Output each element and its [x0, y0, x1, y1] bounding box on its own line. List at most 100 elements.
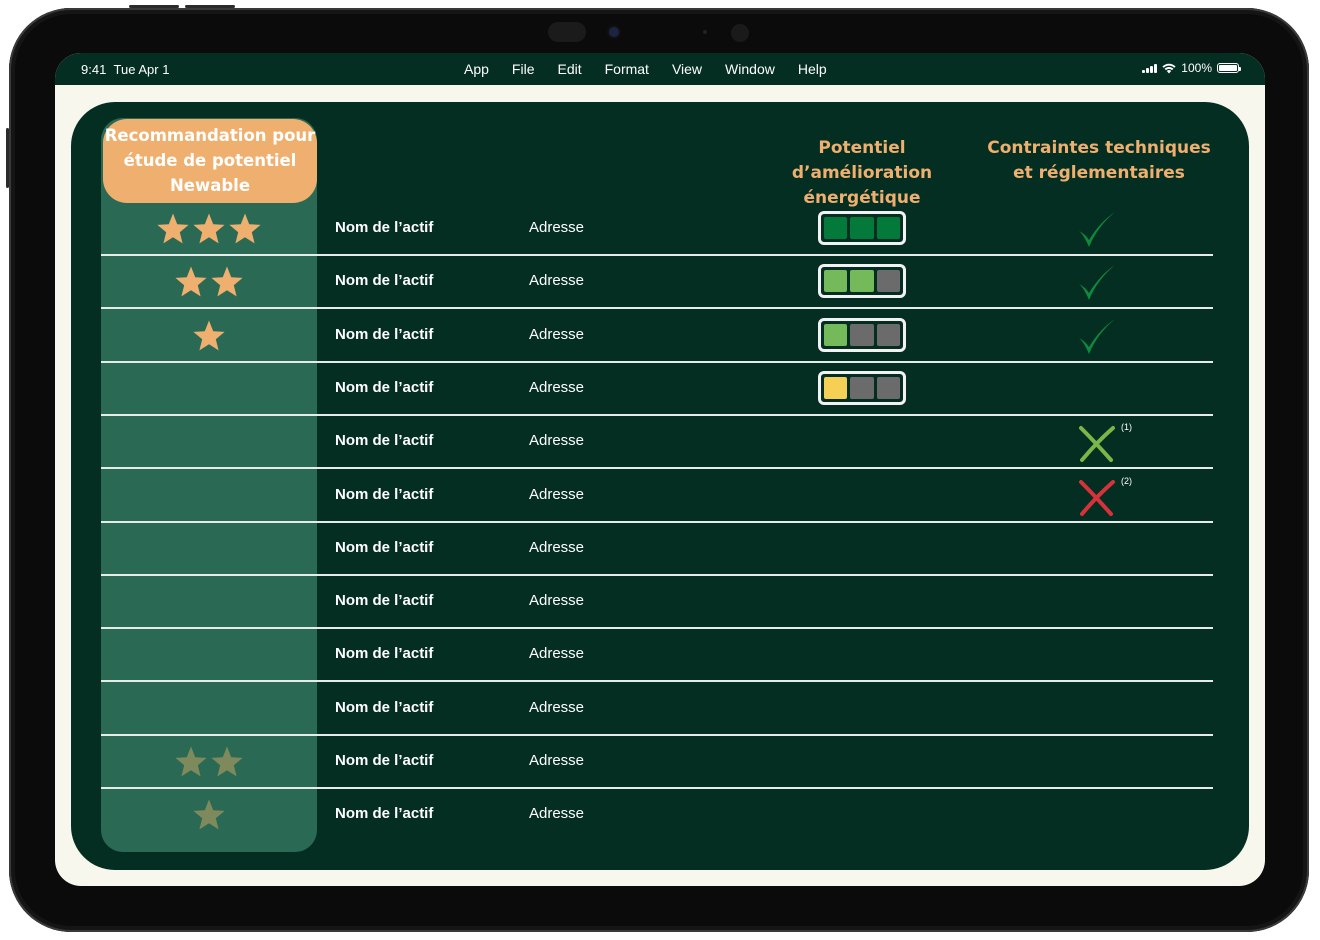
asset-name: Nom de l’actif — [335, 699, 434, 716]
energy-potential-gauge — [818, 264, 906, 298]
menu-item-window[interactable]: Window — [725, 61, 775, 77]
asset-name: Nom de l’actif — [335, 805, 434, 822]
rating-stars — [101, 789, 317, 840]
rating-stars — [101, 576, 317, 627]
asset-address: Adresse — [529, 326, 585, 343]
menu-item-edit[interactable]: Edit — [557, 61, 581, 77]
check-icon — [1079, 319, 1115, 354]
menu-item-view[interactable]: View — [672, 61, 702, 77]
table-row[interactable]: Nom de l’actif Adresse (2) — [101, 470, 1213, 523]
menu-bar: App File Edit Format View Window Help — [464, 61, 850, 77]
asset-address: Adresse — [529, 379, 585, 396]
front-camera-icon — [609, 27, 619, 37]
rating-stars — [101, 363, 317, 414]
cellular-signal-icon — [1142, 63, 1158, 73]
rating-stars — [101, 256, 317, 307]
asset-address: Adresse — [529, 699, 585, 716]
rating-stars — [101, 523, 317, 574]
side-button — [6, 128, 9, 188]
asset-address: Adresse — [529, 486, 585, 503]
table-row[interactable]: Nom de l’actif Adresse — [101, 256, 1213, 309]
battery-percentage: 100% — [1181, 61, 1212, 75]
check-icon — [1079, 212, 1115, 247]
gauge-segment — [850, 217, 874, 239]
star-icon — [175, 746, 207, 776]
row-divider — [101, 467, 1213, 469]
asset-name: Nom de l’actif — [335, 752, 434, 769]
footnote-marker: (2) — [1121, 476, 1132, 486]
menu-item-help[interactable]: Help — [798, 61, 827, 77]
asset-address: Adresse — [529, 645, 585, 662]
star-icon — [175, 266, 207, 296]
asset-name: Nom de l’actif — [335, 272, 434, 289]
asset-name: Nom de l’actif — [335, 486, 434, 503]
table-row[interactable]: Nom de l’actif Adresse — [101, 629, 1213, 682]
potential-header: Potentiel d’amélioration énergétique — [791, 138, 933, 208]
gauge-segment — [824, 270, 848, 292]
star-icon — [193, 799, 225, 829]
star-icon — [229, 213, 261, 243]
table-row[interactable]: Nom de l’actif Adresse (1) — [101, 416, 1213, 469]
table-row[interactable]: Nom de l’actif Adresse — [101, 789, 1213, 842]
rating-stars — [101, 310, 317, 361]
asset-address: Adresse — [529, 539, 585, 556]
asset-address: Adresse — [529, 272, 585, 289]
table-row[interactable]: Nom de l’actif Adresse — [101, 203, 1213, 256]
table-row[interactable]: Nom de l’actif Adresse — [101, 523, 1213, 576]
gauge-segment — [876, 377, 900, 399]
gauge-segment — [850, 377, 874, 399]
rating-stars — [101, 629, 317, 680]
table-row[interactable]: Nom de l’actif Adresse — [101, 576, 1213, 629]
star-icon — [211, 266, 243, 296]
sensor-dot — [703, 30, 707, 34]
menu-item-format[interactable]: Format — [605, 61, 649, 77]
energy-potential-gauge — [818, 318, 906, 352]
battery-icon — [1217, 63, 1241, 73]
asset-address: Adresse — [529, 592, 585, 609]
table-row[interactable]: Nom de l’actif Adresse — [101, 683, 1213, 736]
asset-address: Adresse — [529, 219, 585, 236]
table-row[interactable]: Nom de l’actif Adresse — [101, 310, 1213, 363]
asset-address: Adresse — [529, 805, 585, 822]
screen: 9:41 Tue Apr 1 App File Edit Format View… — [55, 53, 1265, 886]
menu-item-file[interactable]: File — [512, 61, 535, 77]
asset-name: Nom de l’actif — [335, 592, 434, 609]
star-icon — [157, 213, 189, 243]
check-icon — [1079, 265, 1115, 300]
table-row[interactable]: Nom de l’actif Adresse — [101, 363, 1213, 416]
cross-icon — [1079, 426, 1115, 462]
rating-stars — [101, 470, 317, 521]
energy-potential-gauge — [818, 211, 906, 245]
gauge-segment — [824, 377, 848, 399]
wifi-icon — [1162, 63, 1176, 73]
gauge-segment — [850, 324, 874, 346]
asset-name: Nom de l’actif — [335, 219, 434, 236]
status-bar: 9:41 Tue Apr 1 App File Edit Format View… — [55, 53, 1265, 85]
footnote-marker: (1) — [1121, 422, 1132, 432]
constraints-header: Contraintes techniques et réglementaires — [987, 138, 1211, 183]
recommendation-header: Recommandation pour étude de potentiel N… — [103, 119, 317, 203]
volume-down-button — [185, 5, 235, 8]
gauge-segment — [876, 270, 900, 292]
table-row[interactable]: Nom de l’actif Adresse — [101, 736, 1213, 789]
asset-address: Adresse — [529, 432, 585, 449]
recommendation-table-panel: Recommandation pour étude de potentiel N… — [71, 102, 1249, 870]
gauge-segment — [824, 217, 848, 239]
status-indicators: 100% — [1142, 61, 1241, 75]
rating-stars — [101, 203, 317, 254]
volume-up-button — [129, 5, 179, 8]
asset-name: Nom de l’actif — [335, 326, 434, 343]
energy-potential-gauge — [818, 371, 906, 405]
sensor-lens — [731, 24, 749, 42]
row-divider — [101, 307, 1213, 309]
asset-name: Nom de l’actif — [335, 432, 434, 449]
rating-stars — [101, 736, 317, 787]
cross-icon — [1079, 480, 1115, 516]
row-divider — [101, 680, 1213, 682]
rating-stars — [101, 416, 317, 467]
status-time: 9:41 Tue Apr 1 — [81, 62, 170, 77]
rating-stars — [101, 683, 317, 734]
camera-housing — [548, 22, 586, 42]
menu-item-app[interactable]: App — [464, 61, 489, 77]
star-icon — [193, 213, 225, 243]
